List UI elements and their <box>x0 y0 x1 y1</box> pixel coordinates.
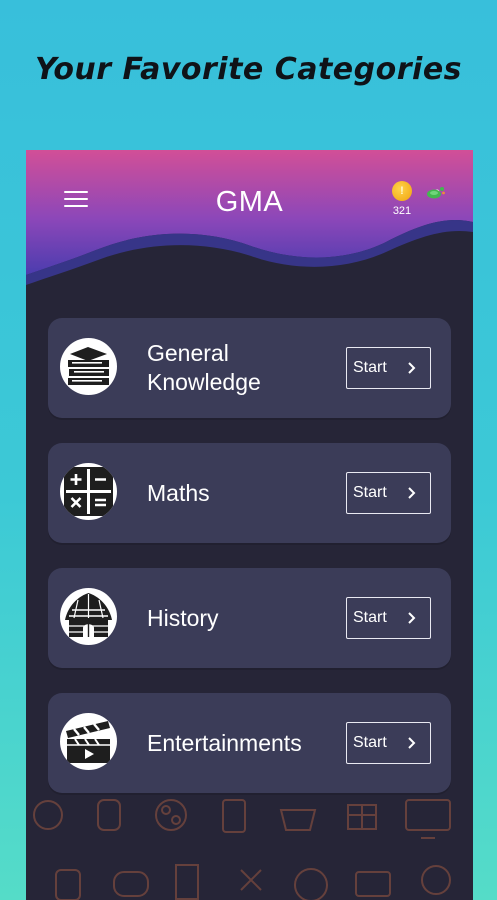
start-button[interactable]: Start <box>346 597 431 639</box>
start-button-label: Start <box>353 609 387 626</box>
category-card-history[interactable]: History Start <box>48 568 451 668</box>
hut-icon <box>60 588 117 645</box>
header-wave-background <box>26 150 473 285</box>
start-button[interactable]: Start <box>346 722 431 764</box>
calculator-icon <box>60 463 117 520</box>
category-card-general-knowledge[interactable]: General Knowledge Start <box>48 318 451 418</box>
books-icon <box>60 338 117 395</box>
chevron-right-icon <box>408 362 416 374</box>
chevron-right-icon <box>408 612 416 624</box>
start-button[interactable]: Start <box>346 472 431 514</box>
coin-balance[interactable]: ! 321 <box>386 181 418 217</box>
category-label: General Knowledge <box>147 340 261 395</box>
coin-count: 321 <box>392 205 412 217</box>
clapperboard-icon <box>60 713 117 770</box>
category-label: Entertainments <box>147 729 302 756</box>
category-card-entertainments[interactable]: Entertainments Start <box>48 693 451 793</box>
start-button-label: Start <box>353 734 387 751</box>
gem-balance[interactable]: 0 <box>426 184 448 200</box>
start-button-label: Start <box>353 484 387 501</box>
promo-headline: Your Favorite Categories <box>34 52 463 87</box>
start-button[interactable]: Start <box>346 347 431 389</box>
gem-icon <box>427 187 445 199</box>
app-screen: GMA ! 321 0 <box>26 150 473 900</box>
category-card-maths[interactable]: Maths Start <box>48 443 451 543</box>
start-button-label: Start <box>353 359 387 376</box>
category-label: Maths <box>147 479 210 506</box>
chevron-right-icon <box>408 737 416 749</box>
category-label: History <box>147 604 219 631</box>
coin-icon: ! <box>392 181 412 201</box>
chevron-right-icon <box>408 487 416 499</box>
app-header: GMA ! 321 0 <box>26 150 473 300</box>
